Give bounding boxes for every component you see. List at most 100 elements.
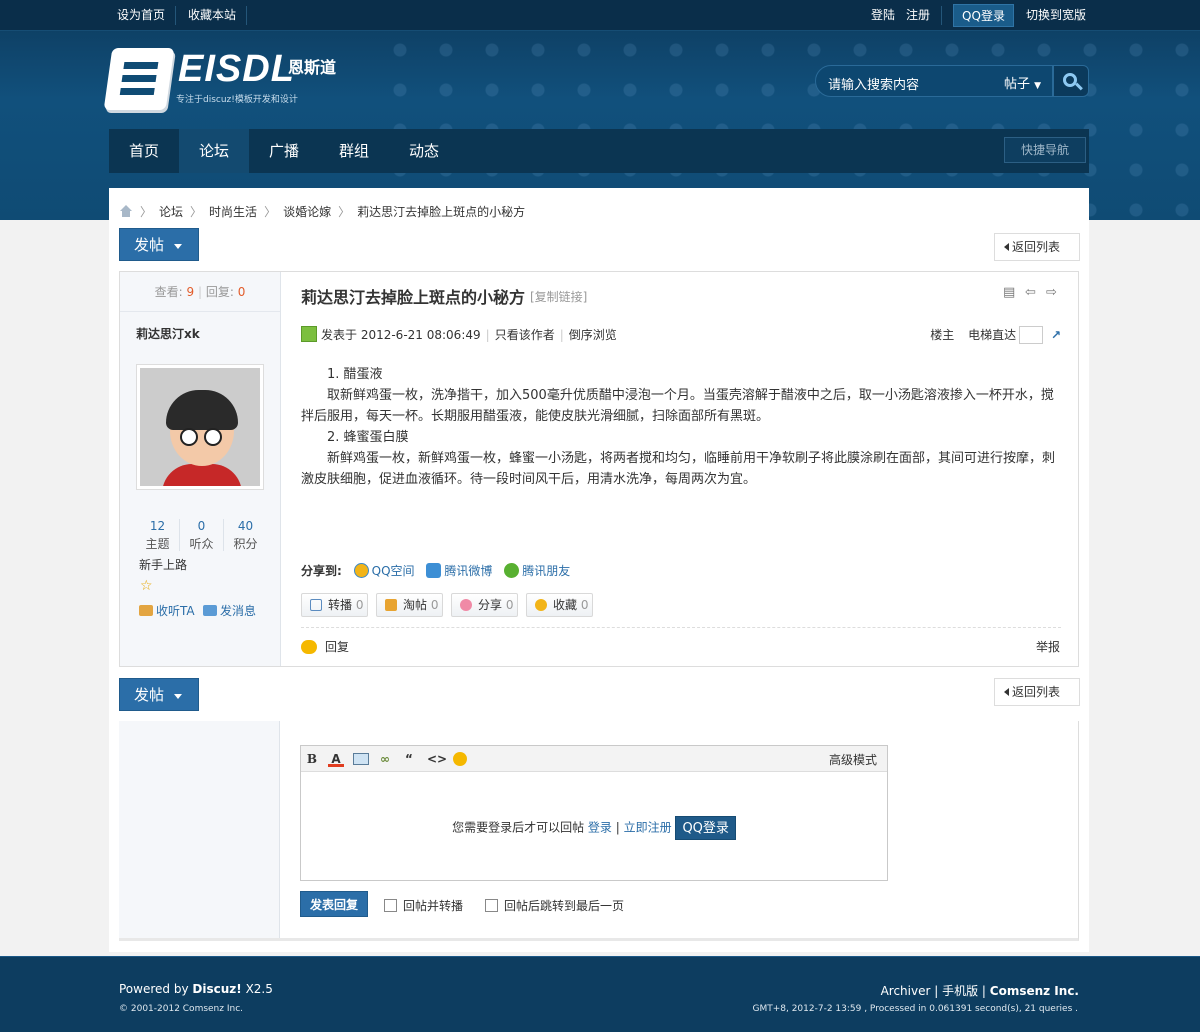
- avatar[interactable]: [136, 364, 264, 490]
- checkbox-label: 回帖并转播: [403, 899, 464, 913]
- collect-thread-button[interactable]: 淘帖 0: [376, 593, 443, 617]
- repost-icon: [310, 599, 322, 611]
- divider: [941, 6, 942, 25]
- nav-item-forum[interactable]: 论坛: [179, 129, 249, 173]
- breadcrumb-fashion[interactable]: 时尚生活: [209, 205, 257, 219]
- user-rank: 新手上路: [139, 558, 188, 572]
- breadcrumb-marriage[interactable]: 谈婚论嫁: [283, 205, 331, 219]
- share-tweibo-label: 腾讯微博: [444, 564, 493, 578]
- checkbox-box[interactable]: [384, 899, 397, 912]
- star-icon: ☆: [140, 578, 153, 594]
- submit-reply-button[interactable]: 发表回复: [300, 891, 368, 917]
- link-icon[interactable]: ∞: [377, 751, 393, 767]
- reply-link[interactable]: 回复: [301, 638, 349, 655]
- quote-icon[interactable]: “: [401, 751, 417, 767]
- views-count: 9: [186, 285, 195, 299]
- send-message-link[interactable]: 发消息: [203, 602, 256, 619]
- site-logo[interactable]: EISDL 恩斯道 专注于discuz!模板开发和设计: [103, 46, 348, 116]
- go-icon[interactable]: ↗: [1051, 328, 1061, 342]
- reply-sidebar: [119, 721, 280, 938]
- print-icon[interactable]: ▤: [1003, 286, 1017, 300]
- prev-thread-icon[interactable]: ⇦: [1025, 286, 1039, 300]
- nav-item-feed[interactable]: 动态: [389, 129, 459, 173]
- search-input[interactable]: 请输入搜索内容: [828, 74, 919, 93]
- breadcrumb-separator: 〉: [264, 205, 277, 219]
- reverse-order-link[interactable]: 倒序浏览: [569, 328, 617, 342]
- stat-followers[interactable]: 0 听众: [180, 517, 223, 553]
- switch-wide-link[interactable]: 切换到宽版: [1026, 0, 1086, 31]
- bold-icon[interactable]: B: [304, 751, 320, 767]
- repost-button[interactable]: 转播 0: [301, 593, 368, 617]
- archiver-link[interactable]: Archiver: [881, 984, 931, 998]
- follow-link[interactable]: 收听TA: [139, 602, 195, 619]
- logo-text: EISDL: [178, 48, 295, 90]
- floor-owner-label: 楼主: [930, 328, 955, 342]
- comsenz-link[interactable]: Comsenz Inc.: [990, 984, 1079, 998]
- share-tweibo[interactable]: 腾讯微博: [426, 563, 493, 578]
- image-icon[interactable]: [353, 753, 369, 765]
- share-pengyou[interactable]: 腾讯朋友: [504, 563, 570, 578]
- favorite-button[interactable]: 收藏 0: [526, 593, 593, 617]
- new-post-button[interactable]: 发帖: [119, 228, 199, 261]
- views-label: 查看:: [154, 285, 183, 299]
- set-home-link[interactable]: 设为首页: [117, 0, 165, 31]
- replies-count: 0: [237, 285, 246, 299]
- post-table: 查看: 9 | 回复: 0 莉达思汀xk 12 主题 0 听众 40 积分 新手上路 …: [119, 271, 1079, 667]
- search-box[interactable]: 请输入搜索内容 帖子 ▼: [815, 65, 1053, 97]
- search-type-label: 帖子: [1004, 77, 1031, 92]
- stat-value: 40: [237, 519, 254, 533]
- stat-points[interactable]: 40 积分: [224, 517, 267, 553]
- mobile-link[interactable]: 手机版: [942, 984, 978, 998]
- new-post-button-bottom[interactable]: 发帖: [119, 678, 199, 711]
- content-heading: 2. 蜂蜜蛋白膜: [327, 430, 409, 445]
- repost-checkbox[interactable]: 回帖并转播: [384, 897, 463, 914]
- stat-label: 主题: [145, 537, 170, 551]
- next-thread-icon[interactable]: ⇨: [1046, 286, 1060, 300]
- qq-login-button[interactable]: QQ登录: [675, 816, 736, 840]
- replies-label: 回复:: [205, 285, 234, 299]
- stat-threads[interactable]: 12 主题: [136, 517, 179, 553]
- nav-item-group[interactable]: 群组: [319, 129, 389, 173]
- action-count: 0: [505, 598, 514, 612]
- login-link[interactable]: 登录: [588, 821, 612, 835]
- search-button[interactable]: [1053, 65, 1089, 97]
- send-message-label: 发消息: [220, 604, 257, 618]
- author-name[interactable]: 莉达思汀xk: [136, 325, 200, 342]
- footer-stats: GMT+8, 2012-7-2 13:59 , Processed in 0.0…: [752, 1004, 1078, 1014]
- user-stats: 12 主题 0 听众 40 积分: [136, 517, 266, 553]
- report-link[interactable]: 举报: [1036, 638, 1060, 655]
- breadcrumb-forum[interactable]: 论坛: [159, 205, 183, 219]
- thread-stats: 查看: 9 | 回复: 0: [120, 272, 280, 312]
- checkbox-box[interactable]: [485, 899, 498, 912]
- register-link[interactable]: 注册: [906, 0, 930, 31]
- bookmark-link[interactable]: 收藏本站: [188, 0, 236, 31]
- nav-item-home[interactable]: 首页: [109, 129, 179, 173]
- code-icon[interactable]: <>: [427, 751, 447, 767]
- qq-login-button[interactable]: QQ登录: [953, 4, 1014, 27]
- search-icon-handle: [1075, 82, 1083, 91]
- main-nav: 首页 论坛 广播 群组 动态 快捷导航: [109, 129, 1089, 173]
- font-color-icon[interactable]: A: [328, 751, 344, 767]
- copy-link[interactable]: [复制链接]: [530, 288, 587, 305]
- register-now-link[interactable]: 立即注册: [624, 821, 672, 835]
- login-link[interactable]: 登陆: [871, 0, 895, 31]
- nav-item-broadcast[interactable]: 广播: [249, 129, 319, 173]
- breadcrumb-current[interactable]: 莉达思汀去掉脸上斑点的小秘方: [357, 205, 525, 219]
- back-to-list-button-bottom[interactable]: 返回列表: [994, 678, 1080, 706]
- share-qzone[interactable]: QQ空间: [353, 563, 415, 578]
- title-tools: ▤ ⇦ ⇨: [1003, 286, 1063, 302]
- home-icon[interactable]: [119, 205, 133, 217]
- jump-last-checkbox[interactable]: 回帖后跳转到最后一页: [485, 897, 624, 914]
- discuz-link[interactable]: Discuz!: [192, 982, 241, 996]
- quick-nav-button[interactable]: 快捷导航: [1004, 137, 1086, 163]
- share-button[interactable]: 分享 0: [451, 593, 518, 617]
- copyright: © 2001-2012 Comsenz Inc.: [119, 1004, 244, 1014]
- floor-jump-input[interactable]: [1019, 326, 1044, 344]
- only-author-link[interactable]: 只看该作者: [495, 328, 555, 342]
- logo-cn-text: 恩斯道: [288, 58, 337, 77]
- smiley-icon[interactable]: [453, 752, 467, 766]
- action-label: 淘帖: [403, 598, 428, 612]
- back-to-list-button[interactable]: 返回列表: [994, 233, 1080, 261]
- search-type-select[interactable]: 帖子 ▼: [1004, 73, 1041, 92]
- advanced-mode-link[interactable]: 高级模式: [829, 751, 877, 768]
